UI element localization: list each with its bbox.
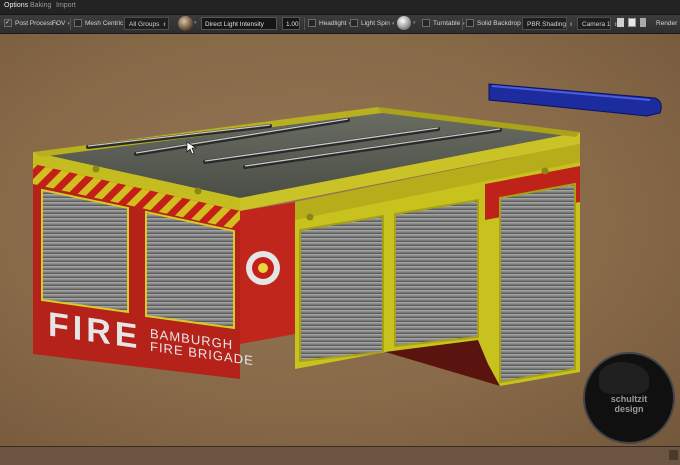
post-process-checkbox[interactable] [4,19,12,28]
light-spin-checkbox[interactable] [350,19,358,28]
post-process-label: Post Process [15,20,54,27]
light-spin-toggle[interactable]: Light Spin ▾ [350,17,394,30]
light-spin-label: Light Spin [361,20,390,27]
logo-line-2: design [614,404,644,414]
chevron-down-icon: ⬍ [162,22,167,28]
mesh-centric-toggle[interactable]: Mesh Centric [74,17,123,30]
toolbar-divider [304,18,305,30]
left-shutter-2 [145,210,235,330]
fire-truck-model [33,83,662,386]
chevron-down-icon[interactable]: ▾ [413,17,416,30]
post-process-toggle[interactable]: Post Process▾ [4,17,58,30]
status-bar [0,446,680,465]
fov-label: FOV [52,20,66,27]
scrollbar[interactable] [669,450,678,460]
light-setting-value: Direct Light Intensity [205,21,264,28]
headlight-label: Headlight [319,20,347,27]
headlight-checkbox[interactable] [308,19,316,28]
logo-line-1: schultzit [610,394,648,404]
tab-import[interactable]: Import [56,2,76,9]
schultzit-logo: schultzit design [583,352,675,444]
light-value-field[interactable]: 1.00 [282,17,300,30]
tab-baking[interactable]: Baking [30,2,51,9]
turntable-toggle[interactable]: Turntable ▾ [422,17,465,30]
solid-backdrop-checkbox[interactable] [466,19,474,28]
mesh-centric-checkbox[interactable] [74,19,82,28]
tab-options[interactable]: Options [4,2,28,9]
toolbar-divider [462,18,463,30]
fov-control[interactable]: FOV ▾ [52,17,70,30]
chevron-down-icon[interactable]: ▾ [194,17,197,30]
dog-silhouette-icon [599,362,649,394]
viewer-toolbar: Post Process▾ FOV▾ Mesh Centric All Grou… [0,15,680,34]
left-shutter-1 [41,188,129,314]
chevron-down-icon: ⬍ [569,22,574,28]
environment-thumbnail[interactable] [178,16,193,31]
turntable-checkbox[interactable] [422,19,430,28]
right-shutter-2 [394,198,479,348]
light-setting-field[interactable]: Direct Light Intensity [201,17,277,30]
render-label: Render [656,20,678,27]
image-icon[interactable] [628,18,636,27]
solid-backdrop-toggle[interactable]: Solid Backdrop▾ [466,17,525,30]
solid-backdrop-label: Solid Backdrop [477,20,521,27]
tab-bar: Options Baking Import [0,0,680,15]
camera-select-value: Camera 1 [582,21,611,28]
mesh-centric-label: Mesh Centric [85,20,124,27]
material-sphere-icon[interactable] [397,16,411,30]
headlight-toggle[interactable]: Headlight▾ [308,17,351,30]
groups-select-value: All Groups [129,21,160,28]
trash-icon[interactable] [640,18,646,27]
viewport-3d[interactable]: FIRE BAMBURGH FIRE BRIGADE schultzit des… [0,34,680,446]
render-button[interactable]: Render [656,17,677,30]
shading-select[interactable]: PBR Shading ⬍ [522,17,573,30]
toolbar-divider [70,18,71,30]
camera-select[interactable]: Camera 1 ⬍ [577,17,618,30]
right-shutter-1 [299,214,384,363]
groups-select[interactable]: All Groups ⬍ [124,17,169,30]
light-value: 1.00 [286,21,299,28]
turntable-label: Turntable [433,20,461,27]
right-shutter-3 [499,182,576,384]
chevron-down-icon: ▾ [391,21,395,27]
shading-select-value: PBR Shading [527,21,567,28]
document-icon[interactable] [617,18,624,27]
